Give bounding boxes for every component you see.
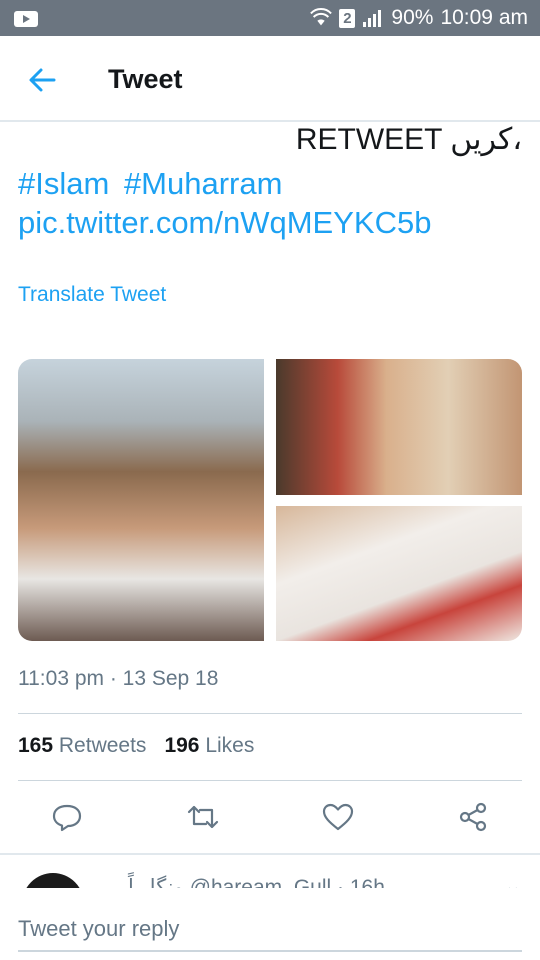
app-header: Tweet: [0, 36, 540, 122]
retweets-label: Retweets: [58, 734, 147, 757]
back-arrow-icon[interactable]: [24, 62, 60, 98]
tweet-photo-2[interactable]: [276, 359, 522, 495]
signal-icon: [363, 10, 382, 27]
likes-label: Likes: [205, 734, 255, 757]
page-title: Tweet: [108, 64, 183, 94]
battery-percentage: 90%: [391, 6, 434, 29]
avatar[interactable]: [22, 873, 84, 888]
tweet-text-line: RETWEET کریں،: [295, 123, 522, 156]
reply-preview[interactable]: ونگار اً @haream_Gull · 16h ⌄: [0, 855, 540, 888]
divider: [18, 713, 522, 714]
translate-tweet-link[interactable]: Translate Tweet: [18, 283, 166, 307]
chevron-down-icon[interactable]: ⌄: [504, 873, 522, 888]
retweet-icon[interactable]: [186, 800, 220, 834]
youtube-notification-icon: [14, 11, 38, 27]
reply-composer: [0, 888, 540, 960]
tweet-action-bar: [0, 800, 540, 836]
hashtags: #Islam #Muharram: [18, 164, 288, 204]
divider: [18, 780, 522, 781]
tweet-photo-1[interactable]: [18, 359, 264, 641]
reply-author-line: ونگار اً @haream_Gull · 16h: [128, 876, 385, 888]
hashtag-link[interactable]: #Muharram: [124, 166, 283, 201]
tweet-timestamp: 11:03 pm · 13 Sep 18: [18, 667, 219, 690]
like-heart-icon[interactable]: [321, 800, 355, 834]
status-bar: 2 90% 10:09 am: [0, 0, 540, 36]
wifi-icon: [310, 8, 333, 26]
tweet-stats: 165 Retweets 196 Likes: [18, 734, 254, 758]
clock: 10:09 am: [440, 6, 528, 29]
reply-input[interactable]: [18, 908, 522, 952]
reply-icon[interactable]: [50, 800, 84, 834]
status-bar-right: 2 90% 10:09 am: [310, 0, 528, 36]
tweet-photo-3[interactable]: [276, 506, 522, 641]
share-icon[interactable]: [456, 800, 490, 834]
likes-stat[interactable]: 196 Likes: [164, 734, 254, 758]
sim-badge: 2: [339, 8, 356, 28]
likes-count: 196: [164, 734, 200, 757]
media-link[interactable]: pic.twitter.com/nWqMEYKC5b: [18, 205, 431, 241]
retweets-stat[interactable]: 165 Retweets: [18, 734, 146, 758]
retweets-count: 165: [18, 734, 54, 757]
hashtag-link[interactable]: #Islam: [18, 166, 109, 201]
